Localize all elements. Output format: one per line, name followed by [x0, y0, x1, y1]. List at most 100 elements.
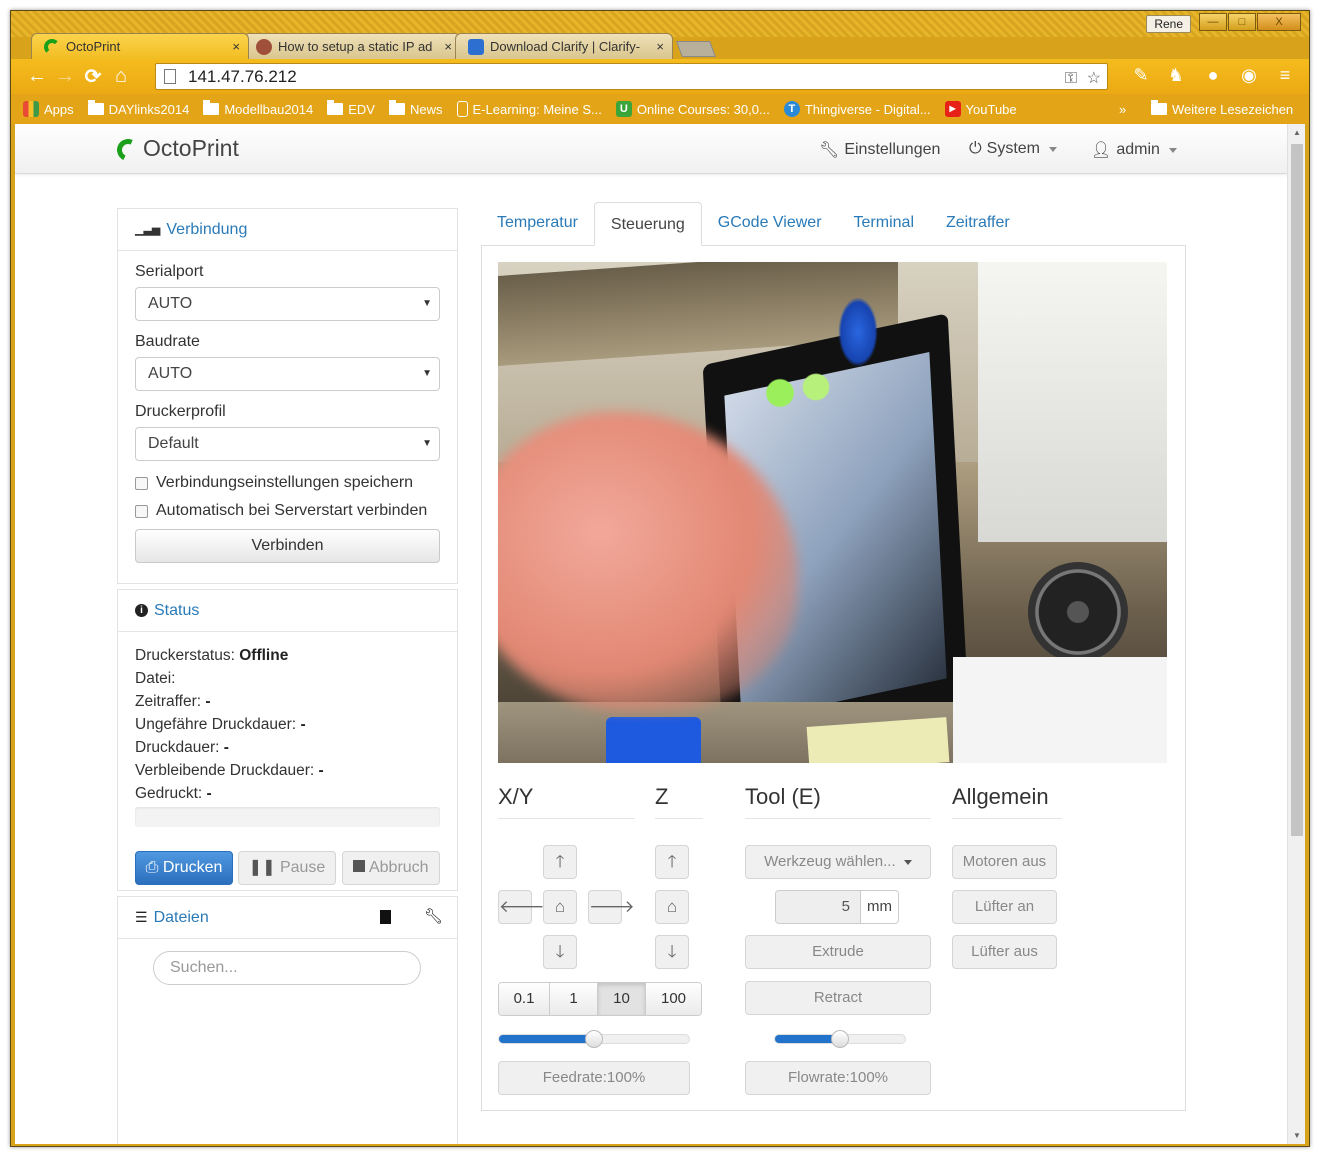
maximize-button[interactable]: □	[1228, 13, 1256, 31]
minimize-button[interactable]: —	[1199, 13, 1227, 31]
other-bookmarks[interactable]: Weitere Lesezeichen	[1151, 100, 1293, 117]
file-icon[interactable]	[380, 910, 391, 924]
step-size-10-button[interactable]: 10	[598, 983, 646, 1015]
apps-grid-icon	[23, 101, 39, 117]
remaining-time-status: Verbleibende Druckdauer: -	[135, 762, 324, 779]
fan-on-button[interactable]: Lüfter an	[952, 890, 1057, 924]
feedrate-slider-handle[interactable]	[585, 1030, 603, 1048]
home-xy-button[interactable]: ⌂	[543, 890, 577, 924]
tool-select-dropdown[interactable]: Werkzeug wählen...	[745, 845, 931, 879]
browser-tab-static-ip[interactable]: How to setup a static IP ad ×	[243, 33, 461, 59]
jog-x-plus-button[interactable]: 🡒	[588, 890, 635, 924]
nav-user[interactable]: 👤︎ admin	[1091, 140, 1177, 160]
bookmark-folder[interactable]: EDV	[327, 100, 375, 117]
home-z-button[interactable]: ⌂	[655, 890, 689, 924]
bookmark-folder[interactable]: Modellbau2014	[203, 100, 313, 117]
close-tab-icon[interactable]: ×	[232, 34, 240, 59]
new-tab-button[interactable]	[676, 41, 716, 57]
jog-y-minus-button[interactable]: 🡓	[543, 935, 577, 969]
bookmark-elearning[interactable]: E-Learning: Meine S...	[456, 101, 602, 117]
motors-off-button[interactable]: Motoren aus	[952, 845, 1057, 879]
jog-z-minus-button[interactable]: 🡓	[655, 935, 689, 969]
nav-settings[interactable]: 🔧︎ Einstellungen	[819, 140, 940, 160]
bookmark-apps[interactable]: Apps	[23, 101, 74, 117]
wrench-icon: 🔧︎	[819, 142, 840, 159]
printer-icon: ⎙	[145, 859, 159, 876]
close-tab-icon[interactable]: ×	[444, 34, 452, 59]
save-settings-checkbox[interactable]: Verbindungseinstellungen speichern	[135, 469, 457, 497]
scroll-down-arrow-icon[interactable]: ▼	[1288, 1131, 1305, 1140]
film-extension-icon[interactable]: ◉	[1237, 65, 1261, 89]
bookmarks-overflow-button[interactable]: »	[1119, 102, 1126, 117]
wrench-icon[interactable]: 🔧︎	[424, 907, 443, 925]
scroll-up-arrow-icon[interactable]: ▲	[1288, 128, 1305, 137]
extension-icon[interactable]: ♞	[1164, 65, 1188, 89]
browser-tab-clarify[interactable]: Download Clarify | Clarify- ×	[455, 33, 673, 59]
extrude-button[interactable]: Extrude	[745, 935, 931, 969]
chat-extension-icon[interactable]: ●	[1201, 65, 1225, 89]
baudrate-select[interactable]: AUTO	[135, 357, 440, 391]
bookmark-folder[interactable]: News	[388, 100, 443, 117]
extrude-amount-input[interactable]: 5 mm	[775, 890, 899, 924]
step-size-group: 0.1 1 10 100	[498, 982, 702, 1016]
tab-temperature[interactable]: Temperatur	[481, 201, 594, 245]
home-icon[interactable]: ⌂	[107, 65, 135, 88]
page-scrollbar[interactable]: ▲ ▼	[1287, 124, 1305, 1144]
scrollbar-thumb[interactable]	[1291, 144, 1303, 836]
bookmark-thingiverse[interactable]: T Thingiverse - Digital...	[783, 101, 931, 117]
feedrate-slider[interactable]	[498, 1030, 690, 1048]
tab-timelapse[interactable]: Zeitraffer	[930, 201, 1026, 245]
bookmark-star-icon[interactable]: ☆	[1087, 66, 1101, 91]
close-tab-icon[interactable]: ×	[656, 34, 664, 59]
jog-y-plus-button[interactable]: 🡑	[543, 845, 577, 879]
feedrate-button[interactable]: Feedrate:100%	[498, 1061, 690, 1095]
jog-x-minus-button[interactable]: 🡐	[498, 890, 545, 924]
extrude-amount-value[interactable]: 5	[776, 891, 860, 923]
flowrate-button[interactable]: Flowrate:100%	[745, 1061, 931, 1095]
files-header[interactable]: ☰ Dateien 🔧︎	[118, 897, 457, 939]
cancel-print-button[interactable]: Abbruch	[342, 851, 440, 885]
tab-gcode-viewer[interactable]: GCode Viewer	[702, 201, 838, 245]
step-size-100-button[interactable]: 100	[646, 983, 701, 1015]
tab-label: OctoPrint	[66, 38, 121, 54]
profile-button[interactable]: Rene	[1146, 15, 1191, 33]
menu-icon[interactable]: ≡	[1273, 65, 1297, 89]
flowrate-slider-handle[interactable]	[831, 1030, 849, 1048]
auto-connect-checkbox[interactable]: Automatisch bei Serverstart verbinden	[135, 497, 457, 525]
nav-system[interactable]: ⏻ System	[969, 140, 1057, 158]
fan-off-button[interactable]: Lüfter aus	[952, 935, 1057, 969]
retract-button[interactable]: Retract	[745, 981, 931, 1015]
back-arrow-icon[interactable]: ←	[23, 65, 51, 88]
flowrate-slider[interactable]	[774, 1030, 906, 1048]
arrow-right-icon: 🡒	[589, 897, 635, 916]
bookmark-youtube[interactable]: ▶ YouTube	[944, 101, 1017, 117]
browser-tab-octoprint[interactable]: OctoPrint ×	[31, 33, 249, 59]
close-window-button[interactable]: X	[1257, 13, 1301, 31]
checkbox[interactable]	[135, 476, 148, 490]
print-button[interactable]: ⎙ Drucken	[135, 851, 233, 885]
extension-icon[interactable]: ✎	[1129, 65, 1153, 89]
serialport-select[interactable]: AUTO	[135, 287, 440, 321]
checkbox[interactable]	[135, 504, 148, 518]
files-panel: ☰ Dateien 🔧︎ Suchen...	[117, 896, 458, 1144]
pause-button[interactable]: ❚❚ Pause	[238, 851, 336, 885]
bookmark-udemy[interactable]: U Online Courses: 30,0...	[615, 101, 770, 117]
jog-z-plus-button[interactable]: 🡑	[655, 845, 689, 879]
key-icon[interactable]: ⚿	[1065, 66, 1077, 91]
status-header[interactable]: i Status	[118, 590, 457, 632]
step-size-1-button[interactable]: 1	[550, 983, 598, 1015]
address-bar[interactable]: 141.47.76.212 ⚿ ☆	[155, 63, 1108, 90]
bookmark-folder[interactable]: DAYlinks2014	[87, 100, 189, 117]
reload-icon[interactable]: ⟳	[79, 64, 107, 89]
files-search-input[interactable]: Suchen...	[153, 951, 421, 985]
octoprint-brand[interactable]: OctoPrint	[113, 135, 239, 165]
octoprint-logo-icon	[113, 135, 143, 165]
connect-button[interactable]: Verbinden	[135, 529, 440, 563]
folder-icon	[203, 100, 220, 115]
tab-terminal[interactable]: Terminal	[838, 201, 930, 245]
connection-header[interactable]: ▁▃▅ Verbindung	[118, 209, 457, 251]
tab-control[interactable]: Steuerung	[593, 202, 702, 246]
forward-arrow-icon[interactable]: →	[51, 65, 79, 88]
step-size-0-1-button[interactable]: 0.1	[499, 983, 550, 1015]
printer-profile-select[interactable]: Default	[135, 427, 440, 461]
